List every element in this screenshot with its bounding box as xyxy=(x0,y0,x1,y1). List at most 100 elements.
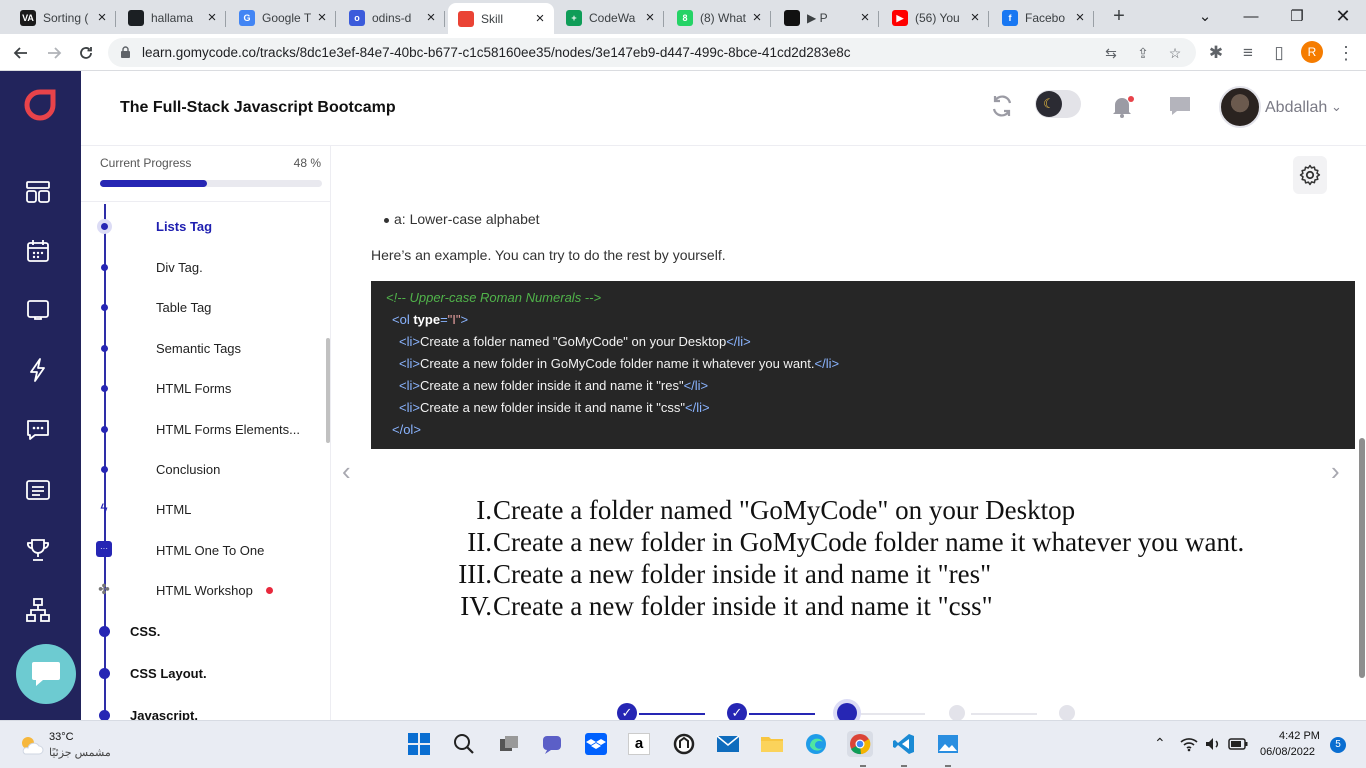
courses-icon[interactable] xyxy=(24,178,52,206)
weather-widget[interactable]: 33°C مشمس جزئيًا xyxy=(18,730,128,762)
sidebar-lesson-item[interactable]: HTML xyxy=(156,502,191,517)
previous-arrow-icon[interactable]: ‹ xyxy=(342,456,351,487)
back-button[interactable] xyxy=(8,40,34,66)
browser-tab[interactable]: ▶ P × xyxy=(774,4,879,32)
dropbox-icon[interactable] xyxy=(583,731,609,757)
wifi-icon[interactable] xyxy=(1180,736,1198,752)
chevron-down-icon[interactable]: ⌄ xyxy=(1331,99,1342,115)
browser-tab[interactable]: ▶ (56) You × xyxy=(882,4,989,32)
stepper-step[interactable]: ✓ xyxy=(617,703,637,720)
notification-bell-icon[interactable] xyxy=(1109,93,1135,119)
side-panel-icon[interactable]: ▯ xyxy=(1266,40,1292,66)
address-bar[interactable]: learn.gomycode.co/tracks/8dc1e3ef-84e7-4… xyxy=(108,38,1196,67)
stepper-step[interactable] xyxy=(837,703,857,720)
url-text[interactable]: learn.gomycode.co/tracks/8dc1e3ef-84e7-4… xyxy=(142,45,851,60)
tab-close-icon[interactable]: × xyxy=(967,10,983,26)
tab-close-icon[interactable]: × xyxy=(94,10,110,26)
lightning-icon[interactable] xyxy=(24,356,52,384)
minimize-button[interactable]: — xyxy=(1228,0,1274,32)
user-name[interactable]: Abdallah xyxy=(1265,99,1327,117)
browser-menu-icon[interactable]: ⋮ xyxy=(1333,40,1359,66)
browser-tab[interactable]: hallama × xyxy=(118,4,226,32)
profile-avatar[interactable]: R xyxy=(1301,41,1323,63)
content-scrollbar[interactable] xyxy=(1359,438,1365,678)
task-view-icon[interactable] xyxy=(496,731,522,757)
new-tab-button[interactable]: + xyxy=(1108,5,1130,27)
extensions-icon[interactable]: ✱ xyxy=(1203,40,1229,66)
sync-icon[interactable] xyxy=(989,93,1015,119)
maximize-button[interactable]: ❐ xyxy=(1274,0,1320,32)
browser-tab[interactable]: G Google T × xyxy=(229,4,336,32)
battery-icon[interactable] xyxy=(1228,738,1248,750)
tab-close-icon[interactable]: × xyxy=(857,10,873,26)
chrome-icon[interactable] xyxy=(847,731,873,757)
sidebar-lesson-item[interactable]: HTML Forms xyxy=(156,381,231,396)
browser-tab[interactable]: VA Sorting (× xyxy=(10,4,116,32)
sidebar-module-item[interactable]: CSS. xyxy=(130,624,160,639)
sidebar-lesson-item[interactable]: HTML One To One xyxy=(156,543,264,558)
sidebar-scrollbar[interactable] xyxy=(326,338,330,443)
sidebar-lesson-item[interactable]: Conclusion xyxy=(156,462,220,477)
notification-count-badge[interactable]: 5 xyxy=(1330,737,1346,753)
tab-close-icon[interactable]: × xyxy=(314,10,330,26)
clock-time[interactable]: 4:42 PM xyxy=(1279,730,1320,742)
stepper-step[interactable]: ✓ xyxy=(727,703,747,720)
translate-icon[interactable]: ⇆ xyxy=(1102,44,1120,62)
windows-start-icon[interactable] xyxy=(406,731,432,757)
sidebar-module-item[interactable]: Javascript. xyxy=(130,708,198,720)
browser-tab[interactable]: f Facebo × xyxy=(992,4,1094,32)
browser-tab[interactable]: Skill × xyxy=(448,3,554,34)
support-chat-button[interactable] xyxy=(16,644,76,704)
tab-close-icon[interactable]: × xyxy=(1072,10,1088,26)
roman-numeral: III. xyxy=(458,559,492,589)
calendar-icon[interactable] xyxy=(24,237,52,265)
chat-icon[interactable] xyxy=(1168,94,1192,118)
bookmark-star-icon[interactable]: ☆ xyxy=(1166,44,1184,62)
dark-mode-toggle[interactable]: ☾ xyxy=(1035,90,1081,118)
tab-close-icon[interactable]: × xyxy=(749,10,765,26)
mail-icon[interactable] xyxy=(715,731,741,757)
browser-tab[interactable]: + CodeWa × xyxy=(556,4,664,32)
file-explorer-icon[interactable] xyxy=(759,731,785,757)
tab-close-icon[interactable]: × xyxy=(423,10,439,26)
forward-button[interactable] xyxy=(41,40,67,66)
tab-close-icon[interactable]: × xyxy=(642,10,658,26)
vscode-icon[interactable] xyxy=(891,731,917,757)
messages-icon[interactable] xyxy=(24,416,52,444)
sidebar-lesson-item[interactable]: Lists Tag xyxy=(156,219,212,234)
amazon-icon[interactable]: a xyxy=(626,731,652,757)
stepper-step[interactable] xyxy=(949,705,965,720)
trophy-icon[interactable] xyxy=(24,536,52,564)
edge-icon[interactable] xyxy=(803,731,829,757)
tab-close-icon[interactable]: × xyxy=(532,10,548,27)
sidebar-module-item[interactable]: CSS Layout. xyxy=(130,666,207,681)
sidebar-lesson-item[interactable]: Table Tag xyxy=(156,300,211,315)
sidebar-lesson-item[interactable]: HTML Forms Elements... xyxy=(156,422,300,437)
document-icon[interactable] xyxy=(24,476,52,504)
app-circle-icon[interactable] xyxy=(671,731,697,757)
tab-search-icon[interactable]: ⌄ xyxy=(1182,0,1228,32)
share-icon[interactable]: ⇪ xyxy=(1134,44,1152,62)
teams-chat-icon[interactable] xyxy=(539,731,565,757)
chevron-up-icon[interactable]: ⌃ xyxy=(1154,735,1166,752)
reading-list-icon[interactable]: ≡ xyxy=(1235,40,1261,66)
settings-button[interactable] xyxy=(1293,156,1327,194)
close-window-button[interactable]: ✕ xyxy=(1320,0,1366,32)
user-avatar[interactable] xyxy=(1219,86,1261,128)
tab-close-icon[interactable]: × xyxy=(204,10,220,26)
search-icon[interactable] xyxy=(451,731,477,757)
clock-date[interactable]: 06/08/2022 xyxy=(1260,746,1315,758)
tab-title: odins-d xyxy=(372,11,412,25)
next-arrow-icon[interactable]: › xyxy=(1331,456,1340,487)
sidebar-lesson-item[interactable]: Semantic Tags xyxy=(156,341,241,356)
laptop-icon[interactable] xyxy=(24,296,52,324)
browser-tab[interactable]: o odins-d × xyxy=(339,4,445,32)
photos-icon[interactable] xyxy=(935,731,961,757)
sidebar-lesson-item[interactable]: Div Tag. xyxy=(156,260,203,275)
sidebar-lesson-item[interactable]: HTML Workshop xyxy=(156,583,253,598)
reload-button[interactable] xyxy=(73,40,99,66)
volume-icon[interactable] xyxy=(1204,736,1222,752)
hierarchy-icon[interactable] xyxy=(24,596,52,624)
stepper-step[interactable] xyxy=(1059,705,1075,720)
browser-tab[interactable]: 8 (8) What × xyxy=(667,4,771,32)
